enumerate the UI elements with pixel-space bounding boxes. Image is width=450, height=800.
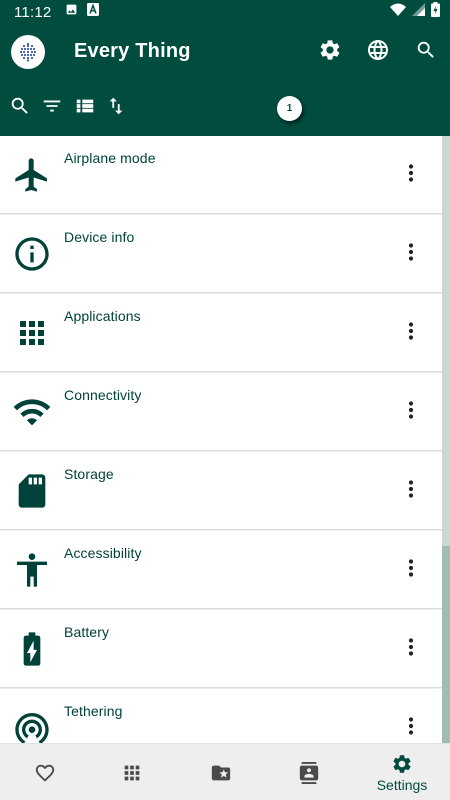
more-options-button[interactable] — [398, 636, 424, 662]
heart-icon — [34, 762, 56, 784]
count-badge: 1 — [277, 96, 302, 121]
list-item-airplane-mode[interactable]: Airplane mode — [0, 136, 442, 214]
settings-list: Airplane mode Device info Applications C… — [0, 136, 442, 743]
filter-button[interactable] — [40, 96, 64, 120]
sort-icon — [105, 95, 127, 122]
nav-settings-label: Settings — [376, 777, 428, 793]
list-item-label: Battery — [64, 624, 110, 640]
search-button[interactable] — [414, 40, 438, 64]
sort-button[interactable] — [104, 96, 128, 120]
list-view-button[interactable] — [73, 96, 97, 120]
more-options-button[interactable] — [398, 162, 424, 188]
nav-folders[interactable] — [176, 744, 266, 800]
scrollbar-thumb[interactable] — [442, 136, 450, 546]
more-options-button[interactable] — [398, 715, 424, 741]
list-item-label: Connectivity — [64, 387, 142, 403]
app-bar: Every Thing — [0, 24, 450, 80]
search-icon — [9, 95, 31, 122]
battery-icon — [431, 2, 440, 22]
folder-star-icon — [210, 762, 232, 784]
bottom-navigation: Settings — [0, 743, 450, 800]
more-vert-icon — [408, 637, 414, 661]
toolbar — [0, 80, 450, 136]
list-item-connectivity[interactable]: Connectivity — [0, 373, 442, 451]
a-notification-icon — [87, 3, 100, 21]
list-item-device-info[interactable]: Device info — [0, 215, 442, 293]
list-item-label: Accessibility — [64, 545, 142, 561]
list-item-battery[interactable]: Battery — [0, 610, 442, 688]
list-item-label: Airplane mode — [64, 150, 156, 166]
more-vert-icon — [408, 400, 414, 424]
list-item-applications[interactable]: Applications — [0, 294, 442, 372]
more-options-button[interactable] — [398, 320, 424, 346]
more-vert-icon — [408, 163, 414, 187]
status-bar: 11:12 — [0, 0, 450, 24]
apps-grid-icon — [12, 313, 52, 353]
sd-card-icon — [12, 471, 52, 511]
more-vert-icon — [408, 479, 414, 503]
contacts-icon — [298, 762, 320, 784]
list-view-icon — [74, 95, 96, 122]
language-button[interactable] — [366, 38, 390, 67]
list-item-storage[interactable]: Storage — [0, 452, 442, 530]
more-vert-icon — [408, 242, 414, 266]
image-notification-icon — [65, 3, 78, 21]
nav-settings[interactable]: Settings — [357, 744, 447, 800]
apps-grid-icon — [121, 762, 143, 784]
more-options-button[interactable] — [398, 557, 424, 583]
list-item-label: Storage — [64, 466, 114, 482]
hotspot-icon — [12, 708, 52, 743]
more-options-button[interactable] — [398, 399, 424, 425]
settings-button[interactable] — [318, 38, 342, 67]
more-options-button[interactable] — [398, 241, 424, 267]
list-item-label: Tethering — [64, 703, 123, 719]
battery-charging-icon — [12, 629, 52, 669]
more-vert-icon — [408, 558, 414, 582]
list-item-label: Applications — [64, 308, 141, 324]
nav-contacts[interactable] — [264, 744, 354, 800]
filter-icon — [41, 95, 63, 122]
app-logo-icon — [11, 35, 45, 69]
app-title: Every Thing — [74, 40, 191, 62]
more-vert-icon — [408, 716, 414, 740]
globe-icon — [366, 38, 390, 67]
nav-favorites[interactable] — [0, 744, 90, 800]
list-item-accessibility[interactable]: Accessibility — [0, 531, 442, 609]
accessibility-icon — [12, 550, 52, 590]
nav-apps[interactable] — [87, 744, 177, 800]
search-icon — [415, 39, 437, 66]
list-item-tethering[interactable]: Tethering — [0, 689, 442, 743]
settings-icon — [391, 753, 413, 775]
status-time: 11:12 — [14, 3, 52, 21]
wifi-icon — [12, 392, 52, 432]
more-vert-icon — [408, 321, 414, 345]
settings-icon — [318, 38, 342, 67]
more-options-button[interactable] — [398, 478, 424, 504]
cell-signal-icon — [412, 3, 425, 21]
toolbar-search-button[interactable] — [8, 96, 32, 120]
info-icon — [12, 234, 52, 274]
airplane-icon — [12, 155, 52, 195]
wifi-icon — [390, 3, 406, 21]
list-item-label: Device info — [64, 229, 135, 245]
